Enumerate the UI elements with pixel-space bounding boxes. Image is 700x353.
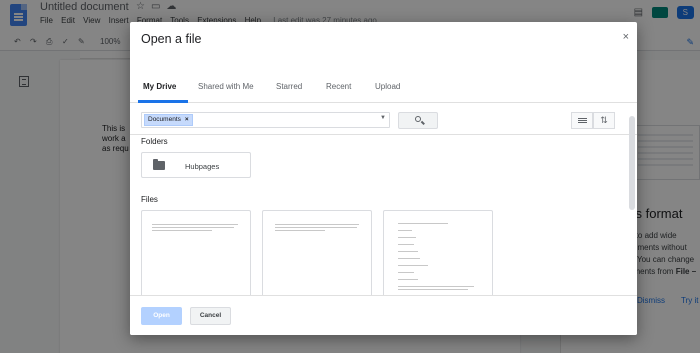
dialog-scrollbar[interactable] [629, 116, 635, 210]
search-icon [415, 116, 421, 122]
file-preview-text [398, 237, 416, 238]
folder-name: Hubpages [185, 162, 220, 171]
chip-remove-icon[interactable]: × [185, 116, 189, 123]
filter-chip-documents[interactable]: Documents × [144, 114, 193, 126]
file-preview-text [398, 223, 448, 224]
file-preview-text [398, 230, 412, 231]
file-browser: Folders Hubpages Files [130, 136, 637, 296]
file-preview-text [275, 224, 359, 225]
folders-heading: Folders [141, 137, 168, 146]
dialog-title: Open a file [141, 32, 202, 46]
tab-upload[interactable]: Upload [375, 82, 400, 91]
open-button[interactable]: Open [141, 307, 182, 325]
file-preview-text [275, 227, 357, 228]
file-preview-text [152, 230, 212, 231]
file-preview-text [398, 244, 414, 245]
search-options-dropdown-icon[interactable]: ▼ [380, 115, 386, 121]
file-preview-text [398, 286, 474, 287]
file-preview-text [398, 272, 414, 273]
file-preview-text [275, 230, 325, 231]
search-button[interactable] [398, 112, 438, 129]
sort-button[interactable]: ⇅ [593, 112, 615, 129]
close-icon[interactable]: × [623, 31, 629, 43]
file-preview-text [398, 289, 468, 290]
file-preview-text [398, 265, 428, 266]
open-file-dialog: Open a file × My Drive Shared with Me St… [130, 22, 637, 335]
file-thumbnail[interactable] [141, 210, 251, 296]
sort-az-icon: ⇅ [600, 115, 608, 125]
file-thumbnail[interactable] [262, 210, 372, 296]
file-preview-text [398, 279, 418, 280]
dialog-tabs: My Drive Shared with Me Starred Recent U… [130, 56, 637, 103]
list-view-button[interactable] [571, 112, 593, 129]
file-preview-text [152, 227, 234, 228]
tab-starred[interactable]: Starred [276, 82, 302, 91]
file-thumbnail[interactable] [383, 210, 493, 296]
search-input[interactable]: Documents × ▼ [141, 112, 390, 128]
files-heading: Files [141, 195, 158, 204]
tab-recent[interactable]: Recent [326, 82, 351, 91]
dialog-footer: Open Cancel [130, 295, 637, 335]
file-preview-text [398, 251, 418, 252]
file-preview-text [398, 258, 420, 259]
tab-shared-with-me[interactable]: Shared with Me [198, 82, 254, 91]
tab-my-drive[interactable]: My Drive [143, 82, 176, 91]
active-tab-indicator [138, 100, 188, 103]
cancel-button[interactable]: Cancel [190, 307, 231, 325]
file-preview-text [152, 224, 238, 225]
folder-hubpages[interactable]: Hubpages [141, 152, 251, 178]
folder-icon [153, 159, 165, 170]
search-row: Documents × ▼ ⇅ [130, 104, 637, 135]
